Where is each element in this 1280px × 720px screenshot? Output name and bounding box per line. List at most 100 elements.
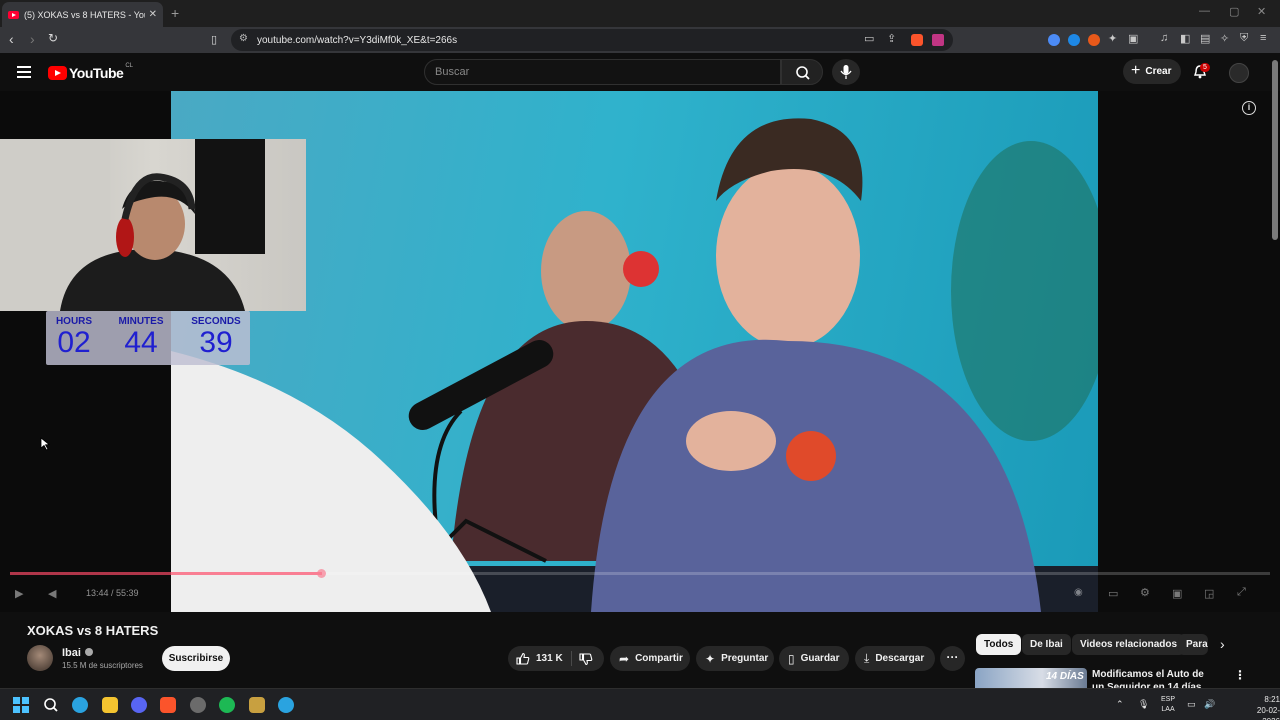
timer-seconds-value: 39 [199,326,233,359]
more-actions-icon[interactable]: ··· [940,646,965,671]
timer-minutes-value: 44 [124,326,158,359]
mouse-cursor-icon [40,437,50,451]
youtube-masthead: YouTube CL Buscar + Crear 5 [0,53,1280,91]
obs-icon[interactable] [190,697,206,713]
chip-related[interactable]: Videos relacionados [1072,634,1186,655]
discord-icon[interactable] [131,697,147,713]
channel-avatar[interactable] [27,645,53,671]
system-clock[interactable]: 8:21 20-02-2026 [1244,694,1280,720]
browser-menu-icon[interactable]: ≡ [1260,32,1266,44]
fullscreen-icon[interactable]: ⤢ [1237,586,1246,599]
dislike-thumbs-down-icon[interactable] [579,653,593,666]
extension-3-icon[interactable] [1088,34,1100,46]
settings-gear-icon[interactable]: ⚙ [1140,586,1150,599]
search-icon [796,66,810,80]
leo-ai-icon[interactable]: ✧ [1220,32,1229,45]
autoplay-toggle-icon[interactable]: ◉ [1074,587,1083,598]
create-button[interactable]: + Crear [1123,59,1181,84]
video-timecode: 13:44 / 55:39 [86,588,139,598]
share-icon[interactable]: ⇪ [887,32,896,45]
forward-icon[interactable]: › [30,31,35,47]
cast-to-tv-icon[interactable]: ◲ [1204,587,1214,600]
back-icon[interactable]: ‹ [9,31,14,47]
windows-start-icon[interactable] [13,697,29,713]
telegram-icon[interactable] [72,697,88,713]
site-settings-icon[interactable]: ⚙ [239,33,248,44]
play-icon[interactable]: ▶ [15,587,23,600]
window-close-icon[interactable]: ✕ [1257,5,1266,18]
save-button[interactable]: ▯ Guardar [779,646,849,671]
app-icon[interactable] [249,697,265,713]
youtube-play-logo-icon [48,66,67,80]
like-count: 131 K [536,653,563,664]
extension-4-icon[interactable]: ▣ [1128,32,1138,45]
music-icon[interactable]: ♫ [1160,32,1168,44]
ask-label: Preguntar [721,653,769,664]
brave-browser-icon[interactable] [160,697,176,713]
page-scrollbar[interactable] [1272,60,1278,240]
browser-tab[interactable]: (5) XOKAS vs 8 HATERS - YouTube ✕ [2,2,163,27]
brave-shield-icon[interactable] [911,34,923,46]
address-bar[interactable]: ⚙ youtube.com/watch?v=Y3diMf0k_XE&t=266s [231,29,953,51]
recommended-thumbnail-text: 14 DÍAS [1046,671,1084,682]
extension-1-icon[interactable] [1048,34,1060,46]
recommended-menu-icon[interactable]: ⋮ [1234,668,1246,682]
download-icon: ⤓ [864,651,870,665]
guide-menu-icon[interactable] [17,66,31,81]
chips-next-chevron-icon[interactable]: › [1220,636,1225,652]
account-avatar[interactable] [1229,63,1249,83]
tray-microphone-icon[interactable]: 🎙 [1138,699,1149,710]
browser-tabbar: (5) XOKAS vs 8 HATERS - YouTube ✕ + — ▢ … [0,0,1280,27]
volume-tray-icon[interactable]: 🔊 [1204,699,1215,710]
verified-badge-icon [84,648,93,656]
notification-badge: 5 [1200,63,1210,72]
network-icon[interactable]: ▭ [1187,699,1196,710]
search-button[interactable] [781,59,823,85]
windows-taskbar: ⌃ 🎙 ESP LAA ▭ 🔊 8:21 20-02-2026 [0,688,1280,720]
download-button[interactable]: ⤓ Descargar [855,646,935,671]
share-button[interactable]: ➦ Compartir [610,646,690,671]
chip-from-channel[interactable]: De Ibai [1022,634,1071,655]
recommended-title[interactable]: Modificamos el Auto de un Seguidor en 14… [1092,668,1217,688]
chip-all[interactable]: Todos [976,634,1022,655]
voice-search-button[interactable] [832,59,860,85]
subscribe-button[interactable]: Suscribirse [162,646,230,671]
telegram-2-icon[interactable] [278,697,294,713]
miniplayer-icon[interactable]: ▣ [1172,587,1182,600]
search-input[interactable]: Buscar [424,59,781,85]
subtitles-icon[interactable]: ▭ [1108,587,1118,600]
tray-overflow-chevron-icon[interactable]: ⌃ [1116,699,1124,710]
ask-button[interactable]: ✦ Preguntar [696,646,774,671]
vpn-shield-icon[interactable]: ⛨ [1240,32,1248,45]
cast-icon[interactable]: ▭ [864,32,874,45]
brave-rewards-icon[interactable] [932,34,944,46]
taskbar-search-icon[interactable] [43,697,59,713]
sidebar-toggle-icon[interactable]: ◧ [1180,32,1190,45]
file-explorer-icon[interactable] [102,697,118,713]
extensions-puzzle-icon[interactable]: ✦ [1108,32,1117,45]
volume-icon[interactable]: ◀ [48,587,56,600]
maximize-icon[interactable]: ▢ [1229,5,1239,18]
spotify-icon[interactable] [219,697,235,713]
like-thumbs-up-icon[interactable] [516,652,530,665]
tab-close-button[interactable]: ✕ [149,9,157,20]
minimize-icon[interactable]: — [1199,5,1210,17]
channel-name-link[interactable]: Ibai [62,647,93,659]
new-tab-button[interactable]: + [171,5,179,21]
progress-bar[interactable] [10,569,1270,578]
tab-title: (5) XOKAS vs 8 HATERS - YouTube [24,9,145,20]
channel-name: Ibai [62,647,81,659]
youtube-logo[interactable]: YouTube CL [48,63,133,81]
video-info-icon[interactable]: i [1242,101,1256,115]
save-label: Guardar [800,653,840,664]
video-player[interactable]: HOURS 02 MINUTES 44 SECONDS 39 i ▶ ◀ 13:… [0,91,1280,612]
share-arrow-icon: ➦ [619,651,630,666]
chip-for-you[interactable]: Para [1178,634,1208,655]
reload-icon[interactable]: ↻ [48,31,58,45]
language-indicator[interactable]: ESP LAA [1161,695,1175,715]
youtube-wordmark: YouTube [69,65,124,81]
share-label: Compartir [635,653,683,664]
wallet-icon[interactable]: ▤ [1200,32,1210,45]
bookmark-icon[interactable]: ▯ [211,33,217,46]
extension-2-icon[interactable] [1068,34,1080,46]
